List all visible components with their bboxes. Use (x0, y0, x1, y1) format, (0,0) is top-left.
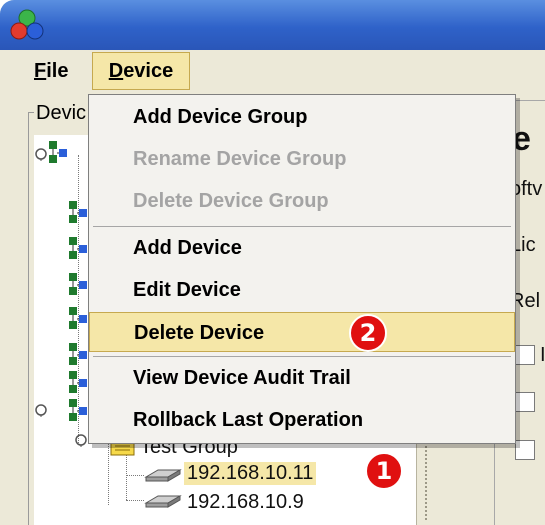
tree-item-device[interactable]: 192.168.10.11 (184, 462, 317, 485)
host-device-icon (144, 469, 182, 482)
device-menu-dropdown: Add Device Group Rename Device Group Del… (88, 94, 516, 444)
details-checkbox[interactable] (515, 392, 535, 412)
menu-file[interactable]: File (34, 60, 68, 83)
menu-item-view-device-audit-trail[interactable]: View Device Audit Trail (89, 358, 515, 398)
title-bar (0, 0, 545, 50)
menu-device[interactable]: Device (92, 52, 190, 90)
menu-item-edit-device[interactable]: Edit Device (89, 270, 515, 310)
tree-expander-icon[interactable] (74, 433, 88, 447)
app-logo-icon (10, 9, 44, 40)
menu-item-delete-device[interactable]: Delete Device (89, 312, 515, 352)
menu-item-delete-device-group: Delete Device Group (133, 190, 329, 212)
callout-badge-1: 1 (365, 452, 403, 490)
device-group-title: Devic (34, 102, 89, 125)
callout-badge-2: 2 (349, 314, 387, 352)
tree-item-device[interactable]: 192.168.10.9 (187, 491, 304, 514)
menu-item-rename-device-group: Rename Device Group (133, 148, 347, 170)
menu-separator (93, 226, 511, 227)
menu-item-add-device-group[interactable]: Add Device Group (89, 97, 515, 137)
host-device-icon (144, 495, 182, 508)
details-checkbox[interactable] (515, 345, 535, 365)
menu-item-add-device[interactable]: Add Device (89, 228, 515, 268)
details-text: I (540, 344, 545, 366)
menu-separator (93, 356, 511, 357)
tree-expander-icon[interactable] (34, 403, 48, 417)
menu-item-rollback-last-operation[interactable]: Rollback Last Operation (89, 400, 515, 440)
menu-bar: File Device (0, 50, 545, 93)
network-group-icon (49, 141, 67, 163)
details-checkbox[interactable] (515, 440, 535, 460)
application-window: File Device Devic Test Group 192.168.10.… (0, 0, 545, 525)
